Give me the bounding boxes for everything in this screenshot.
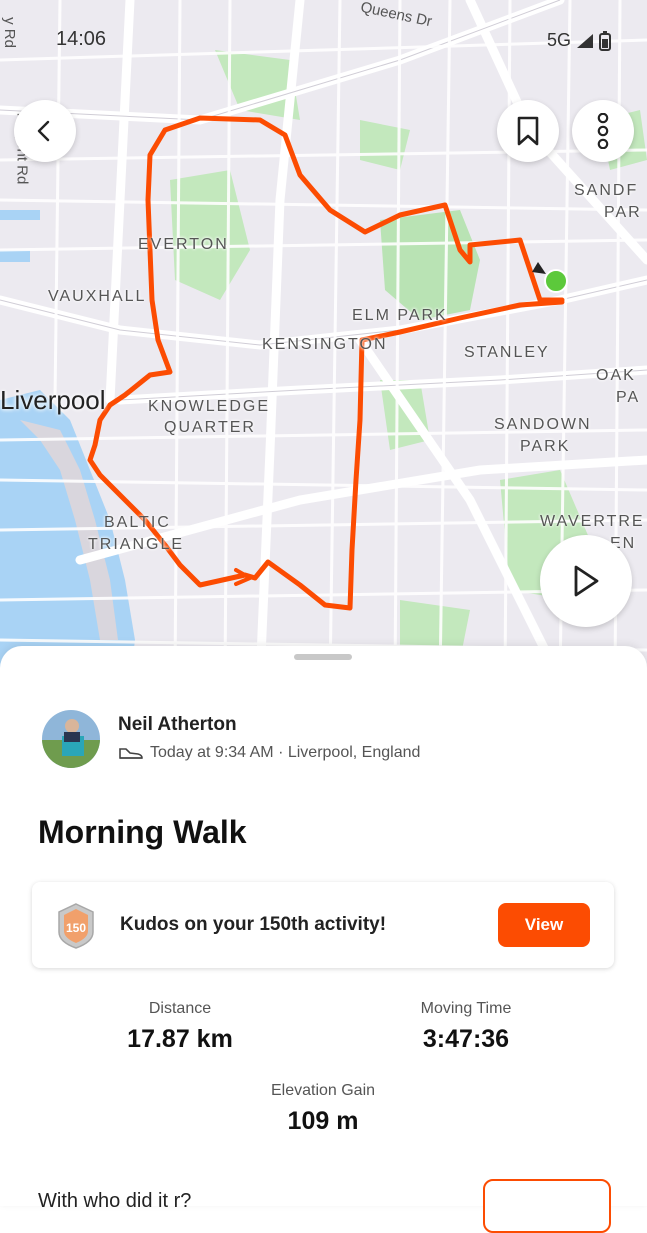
companions-prompt: With who did it r? (38, 1190, 192, 1212)
elevation-gain-value: 109 m (287, 1107, 359, 1135)
activity-title: Morning Walk (38, 814, 247, 850)
map-label-oak: OAK (596, 367, 636, 384)
map-label-park: PARK (520, 438, 571, 455)
map-label-vauxhall: VAUXHALL (48, 288, 147, 305)
map-label-sandf: SANDF (574, 182, 639, 199)
bookmark-button[interactable] (497, 100, 559, 162)
play-icon (574, 565, 599, 597)
elevation-gain-label: Elevation Gain (270, 1082, 376, 1099)
play-flyover-button[interactable] (540, 535, 632, 627)
map-label-everton: EVERTON (138, 236, 229, 253)
start-marker (544, 269, 568, 293)
map-label-pa: PA (616, 389, 641, 406)
view-button[interactable]: View (498, 903, 590, 947)
more-vertical-icon (597, 113, 609, 149)
activity-meta: Today at 9:34 AM · Liverpool, England (118, 744, 420, 762)
kudos-card[interactable]: 150 Kudos on your 150th activity! View (32, 882, 614, 968)
activity-sheet: Neil Atherton Today at 9:34 AM · Liverpo… (0, 646, 647, 1233)
map-label-quarter: QUARTER (164, 419, 256, 436)
map-label-city: Liverpool (0, 385, 106, 415)
distance-label: Distance (148, 1000, 212, 1017)
milestone-badge-number: 150 (66, 921, 86, 935)
map-label-par: PAR (604, 204, 642, 221)
status-network: 5G (547, 30, 611, 51)
moving-time-value: 3:47:36 (422, 1025, 510, 1053)
map-label-elm-park: ELM PARK (352, 307, 448, 324)
sheet-drag-handle[interactable] (294, 654, 352, 660)
kudos-message: Kudos on your 150th activity! (120, 914, 387, 935)
avatar[interactable] (42, 710, 100, 768)
network-type: 5G (546, 30, 571, 50)
map-label-triangle: TRIANGLE (88, 536, 185, 553)
route-end-arrow (532, 262, 546, 274)
map-label-stanley: STANLEY (464, 344, 550, 361)
map-label-kensington: KENSINGTON (262, 336, 388, 353)
more-options-button[interactable] (572, 100, 634, 162)
battery-icon (599, 30, 611, 51)
bookmark-icon (517, 116, 539, 146)
map-label-sandown: SANDOWN (494, 416, 592, 433)
map-label-baltic: BALTIC (104, 514, 171, 531)
status-bar: 14:06 5G (0, 28, 647, 52)
status-time: 14:06 (56, 28, 107, 50)
map-label-knowledge: KNOWLEDGE (148, 398, 271, 415)
shoe-icon (119, 748, 143, 759)
moving-time-label: Moving Time (420, 1000, 512, 1017)
back-button[interactable] (14, 100, 76, 162)
route-map[interactable]: Queens Dr Regent Rd y Rd EVERTON VAUXHAL… (0, 0, 647, 680)
milestone-badge-icon: 150 (58, 903, 94, 949)
map-label-wavertre: WAVERTRE (540, 513, 645, 530)
activity-meta-text: Today at 9:34 AM · Liverpool, England (150, 744, 421, 761)
add-companions-button[interactable] (483, 1179, 611, 1233)
signal-icon (577, 33, 593, 48)
chevron-left-icon (37, 120, 50, 142)
distance-value: 17.87 km (127, 1025, 233, 1053)
athlete-name[interactable]: Neil Atherton (118, 714, 237, 736)
